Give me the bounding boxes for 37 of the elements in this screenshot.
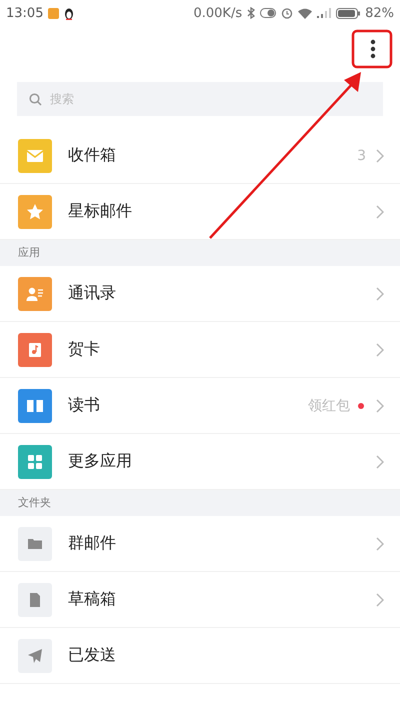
wifi-icon xyxy=(298,8,312,18)
send-icon xyxy=(18,638,52,672)
item-label: 贺卡 xyxy=(68,339,100,360)
menu-item[interactable]: 通讯录 xyxy=(0,266,400,322)
battery-percent: 82% xyxy=(365,6,394,20)
menu-item[interactable]: 贺卡 xyxy=(0,322,400,378)
battery-icon xyxy=(336,8,360,18)
item-label: 更多应用 xyxy=(68,451,132,472)
app-notification-icon xyxy=(48,8,60,18)
menu-item[interactable]: 读书 领红包 xyxy=(0,378,400,434)
section-header: 应用 xyxy=(0,240,400,266)
clock-time: 13:05 xyxy=(6,6,44,20)
network-speed: 0.00K/s xyxy=(193,6,242,20)
item-label: 草稿箱 xyxy=(68,589,116,610)
item-label: 已发送 xyxy=(68,645,116,666)
signal-icon xyxy=(317,8,332,18)
section-header: 文件夹 xyxy=(0,490,400,516)
search-icon xyxy=(29,93,42,106)
item-label: 群邮件 xyxy=(68,533,116,554)
more-icon xyxy=(370,39,376,59)
menu-item[interactable]: 已发送 xyxy=(0,628,400,684)
unread-count: 3 xyxy=(357,148,366,164)
draft-icon xyxy=(18,582,52,616)
promo-note: 领红包 xyxy=(308,396,350,414)
item-label: 星标邮件 xyxy=(68,201,132,222)
menu-item[interactable]: 收件箱 3 xyxy=(0,128,400,184)
folder-icon xyxy=(18,526,52,560)
toggle-icon xyxy=(260,8,276,18)
alarm-icon xyxy=(281,7,294,19)
item-label: 收件箱 xyxy=(68,145,116,166)
item-label: 通讯录 xyxy=(68,283,116,304)
search-field[interactable]: 搜索 xyxy=(17,82,383,116)
bluetooth-icon xyxy=(247,7,256,19)
menu-item[interactable]: 草稿箱 xyxy=(0,572,400,628)
item-label: 读书 xyxy=(68,395,100,416)
menu-item[interactable]: 群邮件 xyxy=(0,516,400,572)
penguin-icon xyxy=(64,6,74,20)
